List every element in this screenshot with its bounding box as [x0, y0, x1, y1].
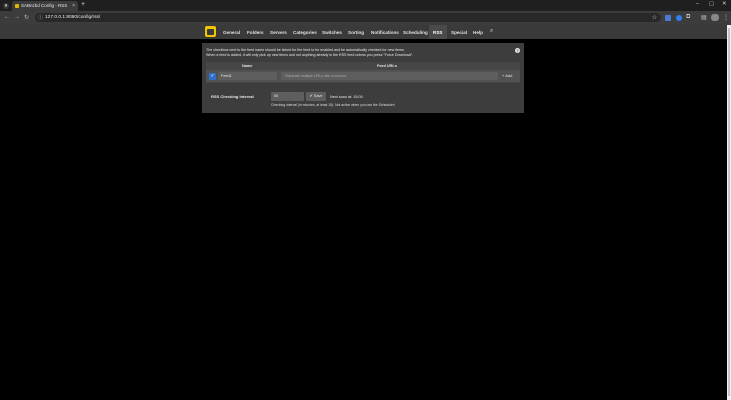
column-header-feed-urls: Feed URLs	[377, 64, 397, 68]
maximize-icon[interactable]: ▢	[709, 1, 714, 7]
feed-url-input[interactable]: Separate multiple URLs with a comma	[281, 72, 498, 80]
minimize-icon[interactable]: –	[696, 1, 699, 7]
browser-menu-icon[interactable]: ⋮	[723, 14, 729, 21]
tab-close-icon[interactable]: ×	[72, 3, 75, 9]
extensions-puzzle-icon[interactable]: ⧉	[686, 14, 692, 20]
feed-table: Name Feed URLs ✓ Feed1 Separate multiple…	[206, 62, 520, 83]
help-icon[interactable]: ?	[515, 48, 520, 53]
address-text[interactable]: 127.0.0.1:8080/config/rss/	[45, 15, 100, 20]
extension-icon[interactable]	[665, 15, 671, 21]
favicon-icon	[15, 4, 19, 8]
forward-icon[interactable]: →	[14, 14, 20, 20]
interval-label: RSS Checking Interval	[211, 94, 254, 99]
sidebar-icon[interactable]: ▤	[701, 14, 707, 21]
interval-input[interactable]: 60	[271, 92, 304, 101]
save-button[interactable]: ✔ Save	[306, 92, 326, 101]
nav-notifications[interactable]: Notifications	[371, 30, 399, 35]
bookmark-star-icon[interactable]: ☆	[652, 14, 657, 21]
search-icon[interactable]: ⌕	[490, 28, 493, 35]
browser-tab-bar: ▾ SABnzbd Config - RSS × + – ▢ ✕	[0, 0, 731, 11]
feed-name-input[interactable]: Feed1	[218, 72, 277, 80]
column-header-name: Name	[242, 64, 253, 68]
add-feed-button[interactable]: + Add	[502, 72, 518, 80]
nav-scheduling[interactable]: Scheduling	[403, 30, 428, 35]
reload-icon[interactable]: ↻	[24, 14, 29, 21]
interval-note: Checking interval (in minutes, at least …	[271, 103, 395, 107]
sabnzbd-logo[interactable]	[205, 26, 216, 37]
site-info-icon[interactable]: ⓘ	[38, 14, 43, 21]
feed-enabled-checkbox[interactable]: ✓	[209, 72, 216, 80]
nav-rss[interactable]: RSS	[433, 30, 442, 35]
nav-help[interactable]: Help	[473, 30, 483, 35]
nav-categories[interactable]: Categories	[293, 30, 317, 35]
nav-folders[interactable]: Folders	[247, 30, 264, 35]
extension-icon[interactable]	[676, 15, 682, 21]
nav-servers[interactable]: Servers	[270, 30, 287, 35]
description-line: When a feed is added, it will only pick …	[206, 53, 414, 57]
tab-search-icon[interactable]: ▾	[3, 3, 9, 9]
profile-avatar[interactable]	[711, 14, 719, 21]
nav-general[interactable]: General	[223, 30, 240, 35]
nav-switches[interactable]: Switches	[322, 30, 342, 35]
new-tab-icon[interactable]: +	[81, 1, 85, 8]
new-feed-row: ✓ Feed1 Separate multiple URLs with a co…	[206, 70, 520, 82]
nav-sorting[interactable]: Sorting	[348, 30, 364, 35]
rss-description: The checkbox next to the feed name shoul…	[206, 48, 506, 58]
back-icon[interactable]: ←	[4, 14, 10, 20]
address-bar[interactable]: ⓘ 127.0.0.1:8080/config/rss/ ☆	[35, 13, 661, 22]
browser-tab[interactable]: SABnzbd Config - RSS ×	[12, 1, 78, 11]
next-scan-text: Next scan at: 15:00	[330, 94, 363, 99]
scrollbar-thumb[interactable]	[728, 28, 730, 396]
browser-toolbar: ← → ↻ ⓘ 127.0.0.1:8080/config/rss/ ☆ ⧉ ▤…	[0, 11, 731, 25]
tab-title: SABnzbd Config - RSS	[21, 3, 68, 8]
save-label: Save	[313, 94, 323, 98]
app-nav-bar: General Folders Servers Categories Switc…	[0, 25, 727, 39]
close-window-icon[interactable]: ✕	[722, 1, 727, 7]
nav-special[interactable]: Special	[451, 30, 467, 35]
rss-config-panel: The checkbox next to the feed name shoul…	[202, 43, 524, 113]
